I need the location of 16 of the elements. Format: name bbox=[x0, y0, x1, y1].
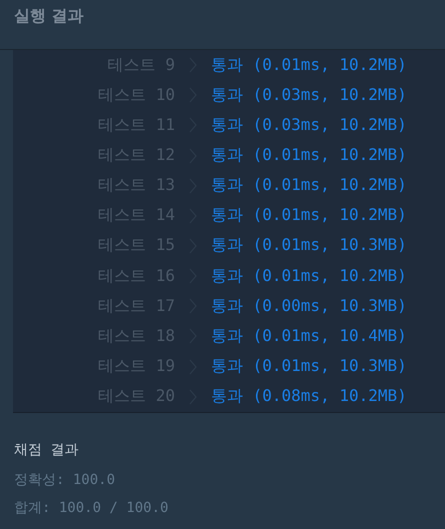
test-result: 통과 (0.08ms, 10.2MB) bbox=[211, 386, 407, 408]
panel-title: 실행 결과 bbox=[14, 6, 84, 25]
test-result: 통과 (0.01ms, 10.3MB) bbox=[211, 356, 407, 378]
test-result: 통과 (0.03ms, 10.2MB) bbox=[211, 114, 407, 136]
test-result: 통과 (0.01ms, 10.2MB) bbox=[211, 205, 407, 226]
test-result: 통과 (0.01ms, 10.2MB) bbox=[211, 54, 407, 76]
test-result: 통과 (0.01ms, 10.2MB) bbox=[211, 145, 407, 166]
grading-title: 채점 결과 bbox=[14, 441, 80, 459]
test-result: 통과 (0.01ms, 10.2MB) bbox=[211, 175, 407, 196]
test-result: 통과 (0.03ms, 10.2MB) bbox=[211, 84, 407, 106]
score-text: 정확성: 100.0 bbox=[14, 471, 116, 489]
score-text: 합계: 100.0 / 100.0 bbox=[14, 499, 170, 517]
test-result: 통과 (0.00ms, 10.3MB) bbox=[211, 296, 407, 317]
test-result: 통과 (0.01ms, 10.2MB) bbox=[211, 266, 407, 287]
test-result: 통과 (0.01ms, 10.4MB) bbox=[211, 326, 407, 347]
test-result: 통과 (0.01ms, 10.3MB) bbox=[211, 235, 407, 256]
